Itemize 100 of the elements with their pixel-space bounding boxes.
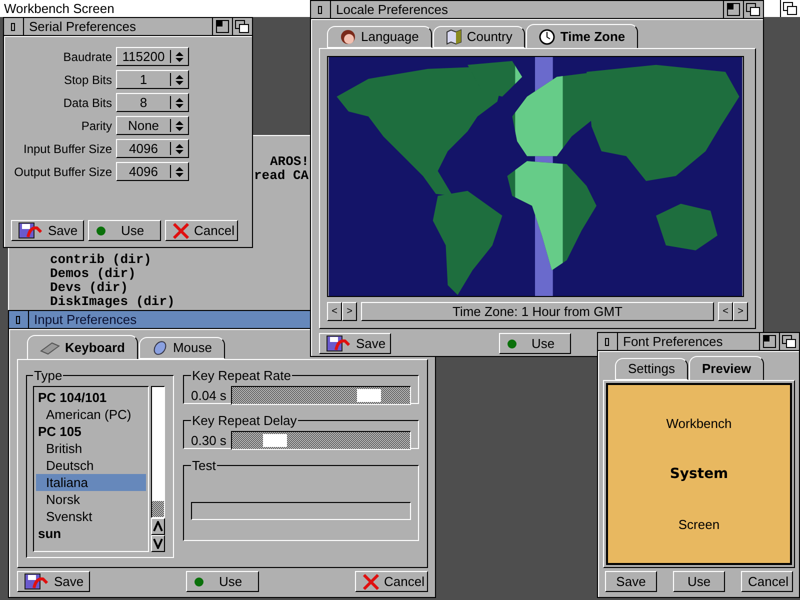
list-heading[interactable]: PC 105 xyxy=(36,422,146,440)
shell-line: AROS! xyxy=(270,155,310,169)
updown-arrow-icon xyxy=(175,50,184,62)
tab[interactable]: Preview xyxy=(688,356,764,380)
shell-line: DiskImages (dir) xyxy=(50,295,175,309)
cross-icon xyxy=(362,572,380,590)
zoom-icon[interactable] xyxy=(723,1,743,18)
title-bar[interactable]: Serial Preferences xyxy=(4,18,252,36)
group-title: Key Repeat Rate xyxy=(191,367,292,385)
tab[interactable]: Keyboard xyxy=(27,335,138,359)
use-button[interactable]: Use xyxy=(88,220,161,241)
title-bar[interactable]: Font Preferences xyxy=(598,333,799,351)
cycle-button[interactable]: 8 xyxy=(116,93,189,112)
updown-arrow-icon xyxy=(175,166,184,178)
window-title: Serial Preferences xyxy=(29,18,136,36)
status-field: Time Zone: 1 Hour from GMT xyxy=(361,302,714,321)
scroll-up-button[interactable] xyxy=(151,518,165,534)
cycle-button[interactable]: 115200 xyxy=(116,47,189,66)
list-item[interactable]: American (PC) xyxy=(36,406,146,422)
depth-icon[interactable] xyxy=(232,18,252,35)
slider-track[interactable] xyxy=(231,386,411,405)
field-label: Baudrate xyxy=(62,48,112,66)
window-title: Input Preferences xyxy=(34,310,137,329)
field-label: Output Buffer Size xyxy=(13,164,112,180)
list-heading[interactable]: sun xyxy=(36,524,146,542)
tab[interactable]: Language xyxy=(327,26,432,48)
list-item[interactable]: Svenskt xyxy=(36,508,146,524)
button[interactable]: Save xyxy=(605,571,657,592)
shell-line: Devs (dir) xyxy=(50,281,128,295)
dot-icon xyxy=(193,576,205,588)
list-item[interactable]: Deutsch xyxy=(36,456,146,474)
clock-icon xyxy=(539,28,556,44)
list-item[interactable]: Norsk xyxy=(36,490,146,508)
scroll-down-button[interactable] xyxy=(151,534,165,552)
field-label: Stop Bits xyxy=(62,72,112,88)
cycle-button[interactable]: None xyxy=(116,116,189,135)
disk-icon xyxy=(18,222,44,240)
cycle-button[interactable]: 4096 xyxy=(116,162,189,181)
slider-reading: 0.30 s xyxy=(191,432,226,450)
dot-icon xyxy=(506,338,518,350)
group-title: Type xyxy=(33,367,64,385)
keyboard-icon xyxy=(40,340,60,354)
field-label: Data Bits xyxy=(62,94,112,112)
updown-arrow-icon xyxy=(175,96,184,108)
head-icon xyxy=(340,29,356,45)
tab[interactable]: Time Zone xyxy=(526,24,638,48)
arrow-button[interactable]: < xyxy=(718,302,733,321)
updown-arrow-icon xyxy=(175,120,184,132)
button[interactable]: Cancel xyxy=(741,571,793,592)
world-map-drawing[interactable] xyxy=(327,56,744,297)
save-button[interactable]: Save xyxy=(319,333,391,354)
scrollbar[interactable] xyxy=(151,386,165,518)
shell-line: Demos (dir) xyxy=(50,267,136,281)
list-item[interactable]: British xyxy=(36,440,146,456)
preview-text: Workbench xyxy=(666,415,732,433)
list-heading[interactable]: PC 104/101 xyxy=(36,388,146,406)
updown-arrow-icon xyxy=(175,74,184,86)
dot-icon xyxy=(95,224,107,236)
zoom-icon[interactable] xyxy=(212,18,232,35)
use-button[interactable]: Use xyxy=(186,571,259,592)
mouse-icon xyxy=(152,340,168,356)
slider-thumb[interactable] xyxy=(357,388,382,402)
tab[interactable]: Country xyxy=(432,26,526,48)
shell-line: contrib (dir) xyxy=(50,253,152,267)
preview-text: Screen xyxy=(678,516,720,534)
save-button[interactable]: Save xyxy=(17,571,90,592)
depth-icon[interactable] xyxy=(779,333,799,350)
title-bar[interactable]: Locale Preferences xyxy=(311,1,763,19)
group-title: Key Repeat Delay xyxy=(191,412,298,430)
arrow-button[interactable]: > xyxy=(342,302,357,321)
depth-icon[interactable] xyxy=(743,1,763,18)
arrow-button[interactable]: > xyxy=(733,302,748,321)
use-button[interactable]: Use xyxy=(499,333,571,354)
screen-title: Workbench Screen xyxy=(4,0,114,18)
shell-line: read CA xyxy=(254,169,309,183)
cycle-button[interactable]: 4096 xyxy=(116,139,189,158)
cancel-button[interactable]: Cancel xyxy=(165,220,238,241)
group-title: Test xyxy=(191,457,217,475)
cross-icon xyxy=(172,222,190,240)
window-title: Locale Preferences xyxy=(336,0,448,19)
window-title: Font Preferences xyxy=(623,332,723,351)
slider-track[interactable] xyxy=(231,430,411,450)
disk-icon xyxy=(24,572,50,590)
updown-arrow-icon xyxy=(175,142,184,154)
depth-icon[interactable] xyxy=(780,0,800,17)
preview-text: System xyxy=(670,464,728,484)
arrow-button[interactable]: < xyxy=(327,302,342,321)
disk-icon xyxy=(326,334,352,352)
input-field[interactable] xyxy=(191,502,411,520)
save-button[interactable]: Save xyxy=(11,220,84,241)
tab[interactable]: Mouse xyxy=(138,337,225,359)
cancel-button[interactable]: Cancel xyxy=(355,571,428,592)
zoom-icon[interactable] xyxy=(759,333,779,350)
slider-reading: 0.04 s xyxy=(191,386,226,404)
tab[interactable]: Settings xyxy=(615,358,688,380)
button[interactable]: Use xyxy=(673,571,725,592)
slider-thumb[interactable] xyxy=(262,434,287,447)
field-label: Parity xyxy=(80,118,112,134)
list-item[interactable]: Italiana xyxy=(36,474,146,490)
cycle-button[interactable]: 1 xyxy=(116,70,189,89)
